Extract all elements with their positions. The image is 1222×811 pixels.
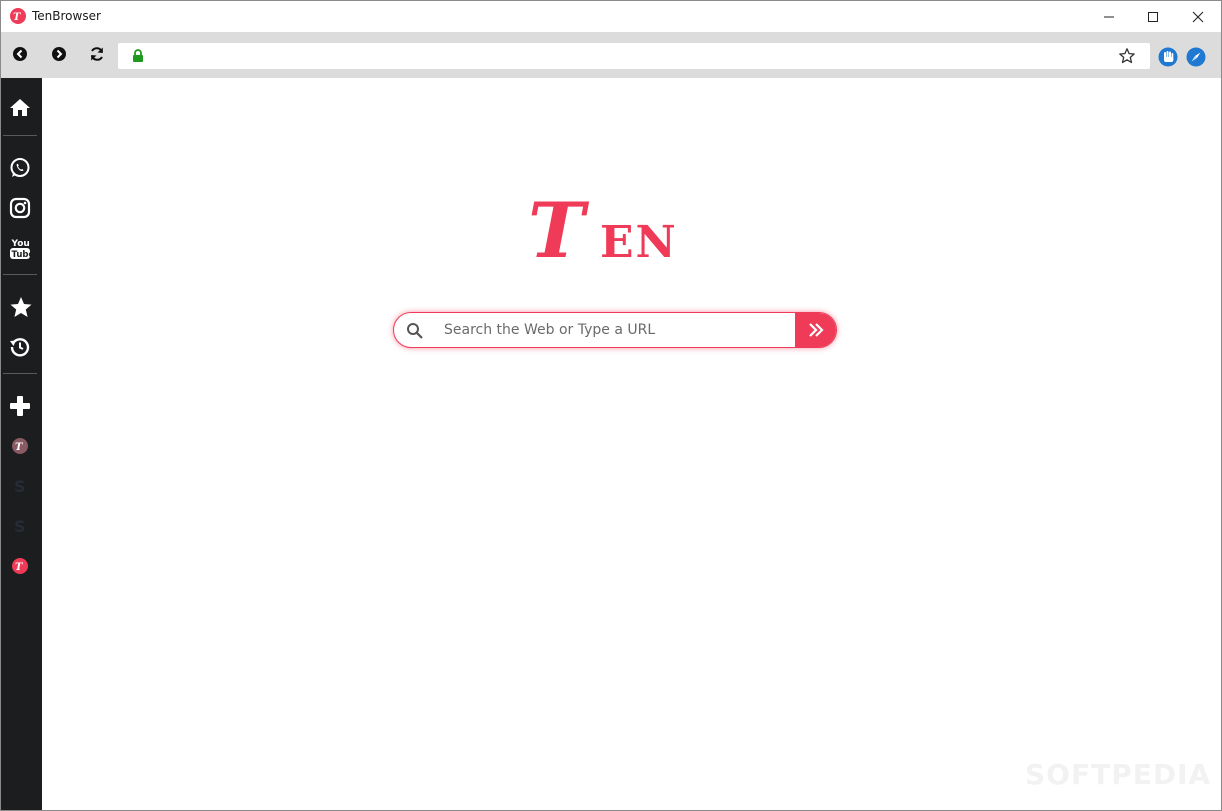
back-button[interactable] (10, 44, 30, 64)
sidebar-divider (3, 135, 37, 136)
sidebar-item-softpedia[interactable]: S (1, 508, 41, 542)
minimize-icon (1104, 16, 1114, 18)
window-title: TenBrowser (32, 9, 101, 23)
history-icon (10, 338, 30, 357)
svg-text:T: T (13, 12, 22, 23)
tenbrowser-icon: T (12, 558, 28, 574)
star-icon (10, 297, 32, 317)
address-bar[interactable] (118, 43, 1150, 69)
maximize-button[interactable] (1130, 1, 1176, 32)
svg-text:S: S (14, 477, 26, 496)
sidebar-divider (3, 274, 37, 275)
sidebar-item-home[interactable] (1, 91, 41, 125)
whatsapp-icon (10, 158, 30, 177)
minimize-button[interactable] (1086, 1, 1132, 32)
double-chevron-right-icon (809, 323, 824, 337)
home-icon (10, 99, 30, 116)
browser-window: T TenBrowser You Tub T S S T T EN Search… (0, 0, 1222, 811)
sidebar: You Tube (1, 78, 42, 810)
tenbrowser-icon: T (12, 438, 28, 454)
tenbrowser-logo-icon: T (10, 8, 26, 24)
search-icon (407, 323, 423, 339)
sidebar-item-tenbrowser[interactable]: T (1, 428, 41, 462)
maximize-icon (1148, 12, 1158, 22)
reload-icon (91, 47, 103, 61)
close-icon (1192, 11, 1204, 23)
ten-logo: T EN (528, 194, 678, 266)
compass-extension-button[interactable] (1186, 47, 1206, 67)
softpedia-watermark: SOFTPEDIA (1025, 758, 1212, 791)
sidebar-item-history[interactable] (1, 329, 41, 363)
plus-icon (10, 396, 30, 416)
svg-text:S: S (14, 517, 26, 536)
navigation-toolbar (1, 32, 1221, 78)
forward-button[interactable] (49, 44, 69, 64)
lock-icon (133, 49, 143, 62)
svg-text:EN: EN (600, 217, 678, 266)
instagram-icon (9, 197, 31, 219)
hand-extension-button[interactable] (1158, 47, 1178, 67)
sidebar-item-add[interactable] (1, 388, 41, 422)
sidebar-item-whatsapp[interactable] (1, 150, 41, 184)
softpedia-icon: S (14, 477, 26, 496)
close-button[interactable] (1175, 1, 1221, 32)
new-tab-page: T EN SOFTPEDIA (42, 78, 1221, 810)
title-bar: T TenBrowser (1, 1, 1221, 32)
bookmark-star-icon[interactable] (1118, 47, 1136, 65)
search-box[interactable] (393, 312, 837, 348)
sidebar-divider (3, 373, 37, 374)
forward-arrow-icon (52, 47, 66, 61)
sidebar-item-softpedia[interactable]: S (1, 468, 41, 502)
url-input[interactable] (154, 46, 1114, 66)
sidebar-item-youtube[interactable]: You Tube (1, 230, 41, 264)
back-arrow-icon (13, 47, 27, 61)
softpedia-icon: S (14, 517, 26, 536)
compass-extension-icon (1186, 47, 1206, 67)
youtube-icon: You Tube (10, 239, 32, 260)
search-go-button[interactable] (795, 313, 836, 347)
svg-text:Tube: Tube (12, 250, 32, 260)
hand-extension-icon (1158, 47, 1178, 67)
svg-text:T: T (528, 194, 590, 266)
reload-button[interactable] (87, 44, 107, 64)
sidebar-item-tenbrowser[interactable]: T (1, 548, 41, 582)
sidebar-item-instagram[interactable] (1, 190, 41, 224)
svg-text:You: You (11, 239, 30, 249)
search-input[interactable] (444, 320, 784, 340)
sidebar-item-favorites[interactable] (1, 289, 41, 323)
